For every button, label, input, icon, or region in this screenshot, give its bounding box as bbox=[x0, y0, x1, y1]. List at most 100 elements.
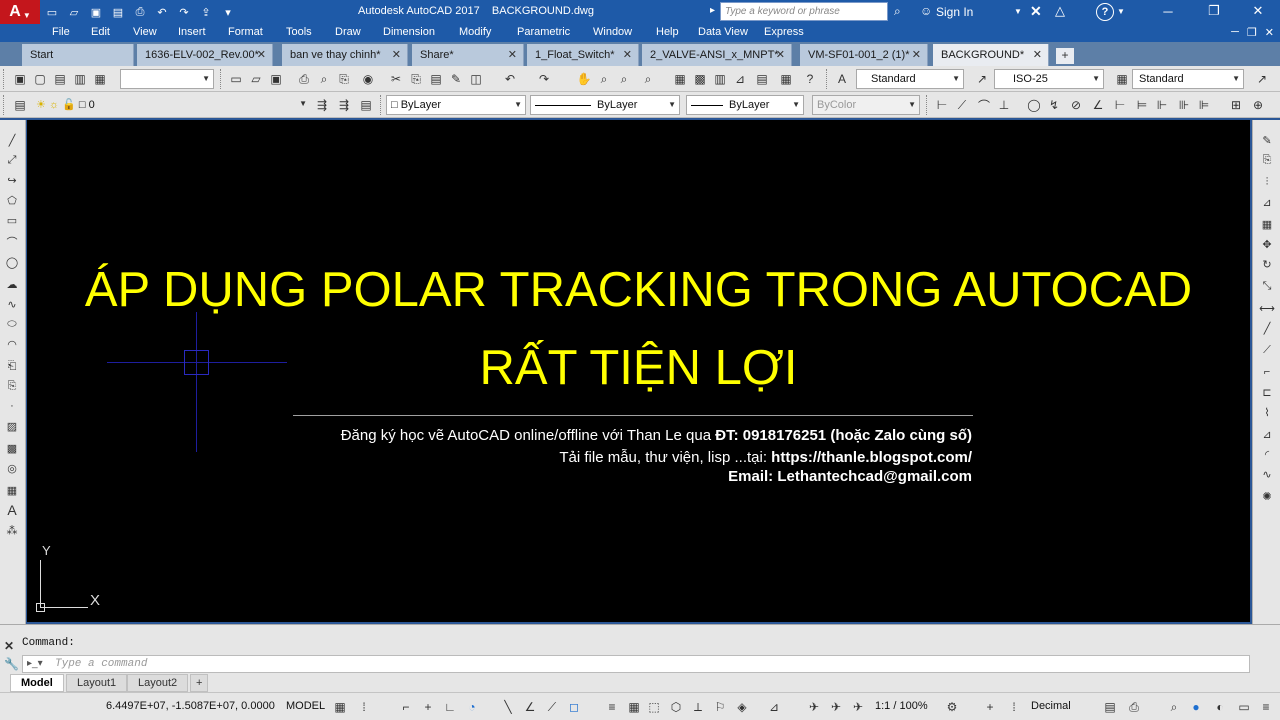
dim-break-icon[interactable]: ⊫ bbox=[1196, 97, 1212, 113]
workspace-icon[interactable]: ▣ bbox=[12, 71, 28, 87]
extend-icon[interactable]: ⟋ bbox=[1259, 342, 1275, 358]
toolbar-grip[interactable] bbox=[3, 69, 6, 89]
plot-icon[interactable]: ⎙ bbox=[296, 71, 312, 87]
linear-dimension-icon[interactable]: ⊢ bbox=[934, 97, 950, 113]
close-tab-icon[interactable]: ✕ bbox=[392, 48, 401, 61]
close-tab-icon[interactable]: ✕ bbox=[623, 48, 632, 61]
table-icon[interactable]: ▦ bbox=[4, 482, 20, 498]
3d-osnap-icon[interactable]: ⬡ bbox=[668, 699, 684, 715]
layer-dropdown[interactable]: ☀ ☼ 🔓 □ 0 ▼ bbox=[32, 95, 310, 115]
construction-line-icon[interactable]: ⤢ bbox=[4, 152, 20, 168]
paste-icon[interactable]: ▤ bbox=[428, 71, 444, 87]
command-prompt-icon[interactable]: ▸_▾ bbox=[27, 658, 43, 669]
help-icon[interactable]: ? bbox=[1096, 3, 1114, 21]
coordinates-readout[interactable]: 6.4497E+07, -1.5087E+07, 0.0000 bbox=[106, 700, 275, 712]
polygon-icon[interactable]: ⬠ bbox=[4, 192, 20, 208]
baseline-icon[interactable]: ⊨ bbox=[1134, 97, 1150, 113]
annotation-scale-readout[interactable]: 1:1 / 100% bbox=[875, 700, 928, 712]
workspace-icon[interactable]: ▥ bbox=[72, 71, 88, 87]
add-selected-icon[interactable]: ⁂ bbox=[4, 522, 20, 538]
snap-icon[interactable]: ⁞ bbox=[356, 699, 372, 715]
annotation-visibility-icon[interactable]: ⊿ bbox=[766, 699, 782, 715]
model-space-button[interactable]: MODEL bbox=[286, 700, 325, 712]
grid-icon[interactable]: ▦ bbox=[332, 699, 348, 715]
close-icon[interactable]: ✕ bbox=[4, 639, 14, 653]
workspace-icon[interactable]: ▤ bbox=[52, 71, 68, 87]
design-center-icon[interactable]: ▩ bbox=[692, 71, 708, 87]
copy-object-icon[interactable]: ⎘ bbox=[1259, 152, 1275, 168]
open-file-icon[interactable]: ▱ bbox=[64, 3, 84, 21]
polar-tracking-icon[interactable]: ◔ bbox=[464, 699, 480, 715]
fullscreen-icon[interactable]: ▭ bbox=[1236, 699, 1252, 715]
tolerance-icon[interactable]: ⊞ bbox=[1228, 97, 1244, 113]
sign-in-button[interactable]: Sign In bbox=[936, 5, 973, 19]
chevron-right-icon[interactable]: ▸ bbox=[710, 5, 715, 16]
file-tab[interactable]: ban ve thay chinh* ✕ bbox=[282, 44, 408, 66]
file-tab[interactable]: 1636-ELV-002_Rev.00* ✕ bbox=[137, 44, 273, 66]
ortho-icon[interactable]: ∟ bbox=[442, 699, 458, 715]
units-icon[interactable]: ⁞ bbox=[1006, 699, 1022, 715]
ordinate-icon[interactable]: ⊥ bbox=[996, 97, 1012, 113]
hatch-icon[interactable]: ▨ bbox=[4, 418, 20, 434]
toolbar-grip[interactable] bbox=[926, 95, 929, 115]
menu-view[interactable]: View bbox=[133, 26, 157, 38]
tab-model[interactable]: Model bbox=[10, 674, 64, 692]
file-tab-active[interactable]: BACKGROUND* ✕ bbox=[933, 44, 1049, 66]
exchange-apps-icon[interactable]: ✕ bbox=[1030, 3, 1042, 20]
table-style-dropdown[interactable]: Standard ▼ bbox=[1132, 69, 1244, 89]
isodraft-icon[interactable]: ╲ bbox=[500, 699, 516, 715]
transparency-icon[interactable]: ▦ bbox=[626, 699, 642, 715]
cut-icon[interactable]: ✂ bbox=[388, 71, 404, 87]
menu-format[interactable]: Format bbox=[228, 26, 263, 38]
text-style-dropdown[interactable]: Standard ▼ bbox=[856, 69, 964, 89]
share-icon[interactable]: ⇪ bbox=[196, 3, 216, 21]
menu-data-view[interactable]: Data View bbox=[698, 26, 748, 38]
drawing-area[interactable]: ÁP DỤNG POLAR TRACKING TRONG AUTOCAD RẤT… bbox=[27, 120, 1250, 622]
2d-object-snap-icon[interactable]: ◻ bbox=[566, 699, 582, 715]
application-menu-button[interactable]: A ▼ bbox=[0, 0, 40, 24]
sheet-set-icon[interactable]: ⊿ bbox=[732, 71, 748, 87]
break-icon[interactable]: ⊏ bbox=[1259, 384, 1275, 400]
plot-preview-icon[interactable]: ⌕ bbox=[316, 71, 332, 87]
gizmo-icon[interactable]: ◈ bbox=[734, 699, 750, 715]
file-tab[interactable]: 2_VALVE-ANSI_x_MNPT* ✕ bbox=[642, 44, 792, 66]
search-input[interactable]: Type a keyword or phrase bbox=[720, 2, 888, 21]
close-tab-icon[interactable]: ✕ bbox=[776, 48, 785, 61]
doc-close-icon[interactable]: ✕ bbox=[1265, 26, 1274, 39]
selection-cycling-icon[interactable]: ⬚ bbox=[646, 699, 662, 715]
minimize-icon[interactable]: ─ bbox=[1150, 0, 1186, 22]
explode-icon[interactable]: ✺ bbox=[1259, 488, 1275, 504]
infer-constraints-icon[interactable]: ⌐ bbox=[398, 699, 414, 715]
menu-help[interactable]: Help bbox=[656, 26, 679, 38]
save-icon[interactable]: ▣ bbox=[86, 3, 106, 21]
undo-icon[interactable]: ↶ bbox=[502, 71, 518, 87]
selection-filter-icon[interactable]: ⚐ bbox=[712, 699, 728, 715]
restore-icon[interactable]: ❐ bbox=[1196, 0, 1232, 22]
hardware-acceleration-icon[interactable]: ● bbox=[1188, 699, 1204, 715]
lock-ui-icon[interactable]: ⎙ bbox=[1126, 699, 1142, 715]
publish-icon[interactable]: ⎘ bbox=[336, 71, 352, 87]
file-tab-start[interactable]: Start bbox=[22, 44, 134, 66]
arc-icon[interactable]: ⌒ bbox=[4, 234, 20, 250]
binoculars-icon[interactable]: ⌕ bbox=[894, 4, 901, 19]
aligned-dimension-icon[interactable]: ⟋ bbox=[954, 97, 970, 113]
rotate-icon[interactable]: ↻ bbox=[1259, 256, 1275, 272]
block-editor-icon[interactable]: ◫ bbox=[468, 71, 484, 87]
markup-icon[interactable]: ▤ bbox=[754, 71, 770, 87]
center-mark-icon[interactable]: ⊕ bbox=[1250, 97, 1266, 113]
quick-dim-icon[interactable]: ⊢ bbox=[1112, 97, 1128, 113]
toolbar-grip[interactable] bbox=[380, 95, 383, 115]
region-icon[interactable]: ◎ bbox=[4, 460, 20, 476]
workspace-icon[interactable]: ▢ bbox=[32, 71, 48, 87]
line-icon[interactable]: ╱ bbox=[4, 132, 20, 148]
menu-dimension[interactable]: Dimension bbox=[383, 26, 435, 38]
continue-icon[interactable]: ⊩ bbox=[1154, 97, 1170, 113]
dimension-style-dropdown[interactable]: ISO-25 ▼ bbox=[994, 69, 1104, 89]
lineweight-dropdown[interactable]: ByLayer ▼ bbox=[686, 95, 804, 115]
redo-icon[interactable]: ↷ bbox=[536, 71, 552, 87]
object-snap-tracking-icon[interactable]: ∠ bbox=[522, 699, 538, 715]
break-at-point-icon[interactable]: ⌐ bbox=[1259, 364, 1275, 380]
diameter-icon[interactable]: ⊘ bbox=[1068, 97, 1084, 113]
close-tab-icon[interactable]: ✕ bbox=[257, 48, 266, 61]
toolbar-grip[interactable] bbox=[826, 69, 829, 89]
